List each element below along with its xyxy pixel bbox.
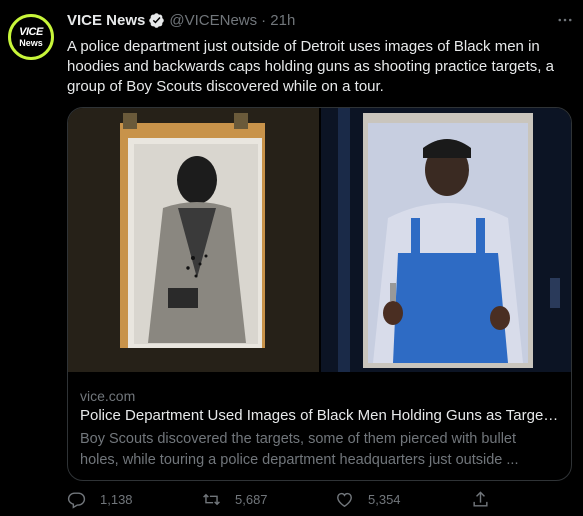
- tweet[interactable]: VICE News VICE News @VICENews · 21h A po…: [0, 0, 583, 516]
- reply-button[interactable]: 1,138: [67, 490, 133, 509]
- retweet-count: 5,687: [235, 492, 268, 507]
- more-options-icon[interactable]: [553, 8, 577, 32]
- verified-badge-icon: [148, 12, 165, 29]
- retweet-icon: [203, 493, 220, 506]
- avatar[interactable]: VICE News: [8, 14, 54, 60]
- avatar-logo-text: VICE: [19, 25, 43, 38]
- tweet-timestamp[interactable]: · 21h: [261, 12, 295, 29]
- author-name[interactable]: VICE News: [67, 12, 145, 29]
- heart-icon: [337, 492, 352, 508]
- tweet-actions: 1,138 5,687 5,354: [67, 490, 507, 514]
- link-card[interactable]: vice.com Police Department Used Images o…: [67, 107, 572, 481]
- card-domain: vice.com: [80, 388, 136, 404]
- avatar-logo-subtext: News: [19, 37, 43, 48]
- tweet-header: VICE News @VICENews · 21h: [67, 12, 295, 29]
- share-button[interactable]: [471, 490, 504, 509]
- card-image: [68, 108, 571, 372]
- tweet-text: A police department just outside of Detr…: [67, 38, 554, 95]
- like-count: 5,354: [368, 492, 401, 507]
- like-button[interactable]: 5,354: [335, 490, 401, 509]
- share-icon: [473, 491, 488, 507]
- reply-icon: [67, 492, 86, 509]
- reply-count: 1,138: [100, 492, 133, 507]
- card-title: Police Department Used Images of Black M…: [80, 407, 560, 424]
- retweet-button[interactable]: 5,687: [202, 490, 268, 509]
- author-handle[interactable]: @VICENews: [169, 12, 257, 29]
- card-description: Boy Scouts discovered the targets, some …: [80, 431, 519, 468]
